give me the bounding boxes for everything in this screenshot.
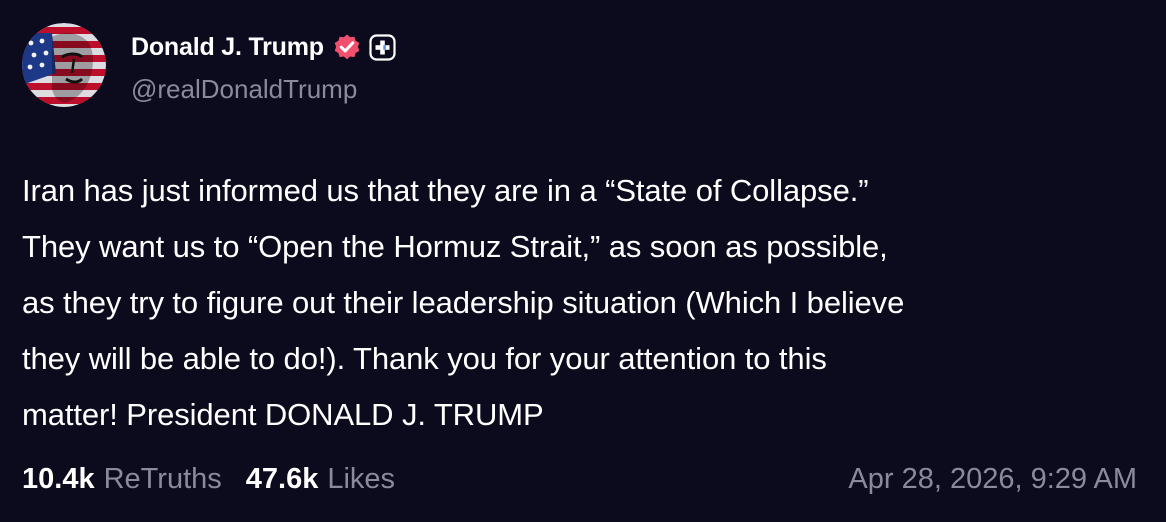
retruths-stat[interactable]: 10.4k ReTruths (22, 463, 222, 496)
author-name-row: Donald J. Trump (131, 30, 396, 64)
retruths-count: 10.4k (22, 462, 95, 495)
likes-stat[interactable]: 47.6k Likes (246, 463, 395, 496)
author-display-name[interactable]: Donald J. Trump (131, 33, 324, 62)
post-text: Iran has just informed us that they are … (22, 173, 905, 432)
verified-badge-icon (332, 32, 362, 62)
likes-count: 47.6k (245, 462, 319, 495)
retruths-label: ReTruths (103, 462, 222, 495)
avatar[interactable] (22, 23, 106, 107)
likes-label: Likes (327, 462, 396, 495)
post-card: Donald J. Trump @realDonaldTrump Iran ha… (0, 0, 1166, 522)
post-stats: 10.4k ReTruths 47.6k Likes (22, 458, 395, 500)
post-timestamp[interactable]: Apr 28, 2026, 9:29 AM (848, 458, 1137, 500)
plus-badge-icon (369, 33, 396, 61)
author-handle[interactable]: @realDonaldTrump (131, 74, 357, 105)
